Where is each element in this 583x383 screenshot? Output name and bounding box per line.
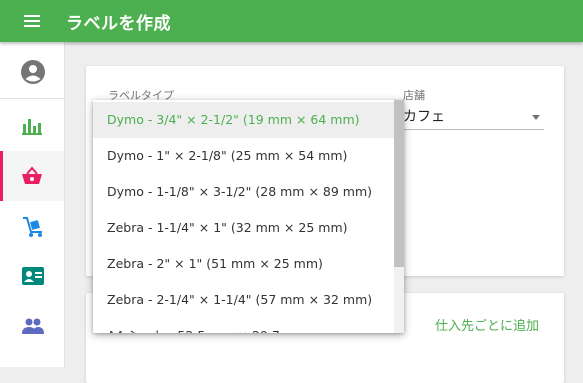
dropdown-scrollbar-thumb[interactable]: [394, 100, 404, 267]
add-by-supplier-button[interactable]: 仕入先ごとに追加: [435, 315, 539, 334]
sidebar-item-inventory[interactable]: [0, 201, 64, 251]
basket-icon: [22, 166, 42, 184]
store-underline: [403, 129, 544, 130]
page-title: ラベルを作成: [66, 14, 171, 34]
sidebar-item-items[interactable]: [0, 151, 64, 201]
sidebar-item-employees[interactable]: [0, 301, 64, 351]
people-icon: [22, 318, 44, 334]
menu-icon[interactable]: [24, 13, 40, 29]
chevron-down-icon[interactable]: [532, 115, 540, 120]
id-card-icon: [22, 267, 44, 285]
sidebar-item-account[interactable]: [0, 46, 64, 96]
label-type-option[interactable]: Zebra - 2" × 1" (51 mm × 25 mm): [93, 246, 394, 282]
sidebar: [0, 42, 65, 367]
sidebar-item-reports[interactable]: [0, 101, 64, 151]
sidebar-item-customers[interactable]: [0, 251, 64, 301]
label-type-dropdown[interactable]: Dymo - 3/4" × 2-1/2" (19 mm × 64 mm) Dym…: [93, 100, 404, 333]
label-type-option[interactable]: A4 シート - 52.5 mm × 29.7 mm: [93, 318, 394, 333]
label-type-option[interactable]: Dymo - 1-1/8" × 3-1/2" (28 mm × 89 mm): [93, 174, 394, 210]
store-select[interactable]: カフェ: [403, 106, 445, 126]
dolly-icon: [23, 217, 42, 237]
app-bar: ラベルを作成: [0, 0, 583, 42]
label-type-option[interactable]: Zebra - 1-1/4" × 1" (32 mm × 25 mm): [93, 210, 394, 246]
sidebar-divider: [0, 98, 64, 99]
store-label: 店舗: [403, 89, 425, 102]
label-type-option[interactable]: Dymo - 3/4" × 2-1/2" (19 mm × 64 mm): [93, 102, 394, 138]
label-type-option[interactable]: Zebra - 2-1/4" × 1-1/4" (57 mm × 32 mm): [93, 282, 394, 318]
bar-chart-icon: [22, 119, 42, 135]
account-circle-icon: [21, 60, 45, 84]
label-type-option[interactable]: Dymo - 1" × 2-1/8" (25 mm × 54 mm): [93, 138, 394, 174]
